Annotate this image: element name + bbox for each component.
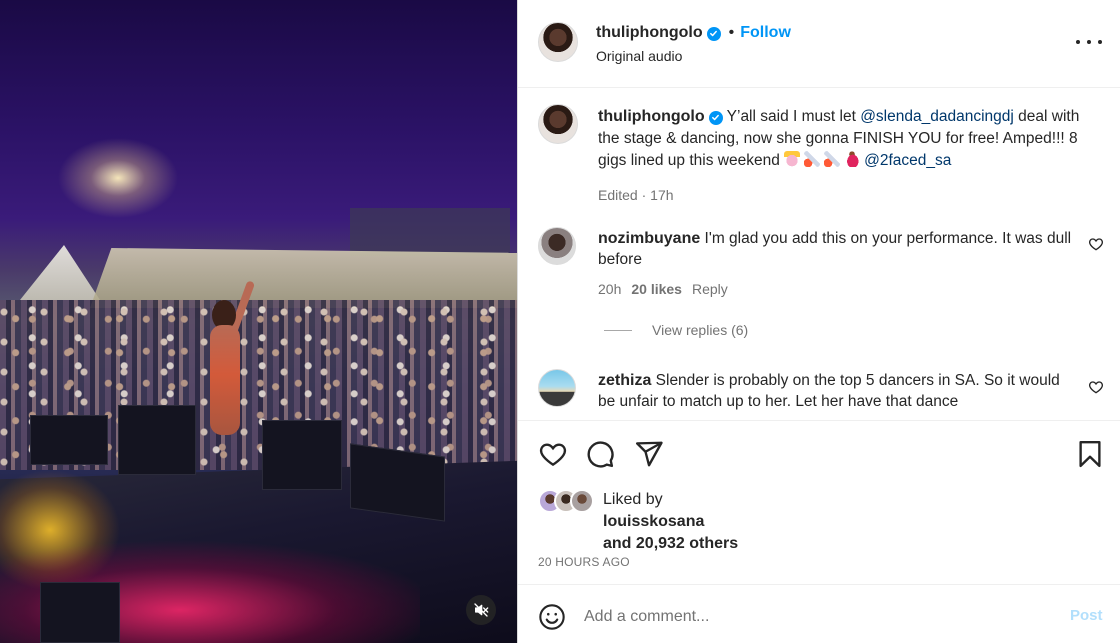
post-caption: thuliphongolo Y’all said I must let @sle… xyxy=(598,106,1098,206)
commenter-avatar[interactable] xyxy=(538,227,576,265)
heart-icon[interactable] xyxy=(1088,379,1104,395)
post-timestamp[interactable]: 20 HOURS AGO xyxy=(538,555,630,569)
post-detail-panel: thuliphongolo • Follow Original audio thul… xyxy=(517,0,1120,643)
reply-button[interactable]: Reply xyxy=(692,281,728,297)
white-tent xyxy=(20,245,100,300)
commenter-avatar[interactable] xyxy=(538,369,576,407)
speaker xyxy=(118,405,196,475)
caption-author-username[interactable]: thuliphongolo xyxy=(598,108,705,125)
edited-label: Edited xyxy=(598,187,638,203)
post-header: thuliphongolo • Follow Original audio xyxy=(518,0,1120,88)
follow-button[interactable]: Follow xyxy=(740,24,791,41)
smiley-icon[interactable] xyxy=(538,603,566,631)
heart-icon[interactable] xyxy=(1088,236,1104,252)
divider-line xyxy=(604,329,632,331)
post-video[interactable] xyxy=(0,0,517,643)
view-replies-label: View replies (6) xyxy=(652,322,749,338)
audio-link[interactable]: Original audio xyxy=(596,48,682,64)
view-replies-button[interactable]: View replies (6) xyxy=(604,322,748,338)
more-horizontal-icon[interactable] xyxy=(1076,32,1102,52)
liker-avatars[interactable] xyxy=(538,489,596,515)
add-comment-bar: Post xyxy=(518,584,1120,643)
speaker xyxy=(262,420,342,490)
speaker xyxy=(350,443,445,522)
author-username[interactable]: thuliphongolo xyxy=(596,24,703,41)
comment-time: 20h xyxy=(598,281,622,297)
likes-count[interactable]: and 20,932 others xyxy=(603,533,738,555)
comment: nozimbuyane I'm glad you add this on you… xyxy=(598,228,1078,270)
mention-link[interactable]: @2faced_sa xyxy=(864,152,951,169)
post-actions: Liked by louisskosana and 20,932 others … xyxy=(518,420,1120,643)
separator-dot: • xyxy=(728,24,735,41)
comment-bubble-icon[interactable] xyxy=(585,439,615,469)
rocket-emoji xyxy=(824,151,841,167)
comment-input[interactable] xyxy=(584,603,1044,631)
liked-by-user[interactable]: louisskosana xyxy=(603,511,738,533)
author-avatar[interactable] xyxy=(538,22,578,62)
paper-plane-icon[interactable] xyxy=(634,439,664,469)
bookmark-icon[interactable] xyxy=(1075,439,1105,469)
caption-author-avatar[interactable] xyxy=(538,104,578,144)
caption-meta: Edited · 17h xyxy=(598,184,1098,206)
caption-time: 17h xyxy=(650,187,674,203)
liked-by-text: Liked by louisskosana and 20,932 others xyxy=(603,489,738,555)
stage-canopy xyxy=(90,248,517,308)
comment-username[interactable]: nozimbuyane xyxy=(598,230,700,247)
verified-badge-icon xyxy=(708,110,723,125)
crowned-face-emoji xyxy=(784,151,801,167)
performer xyxy=(200,280,256,480)
woman-dancing-emoji xyxy=(844,151,861,167)
speaker xyxy=(30,415,108,465)
background-building xyxy=(350,208,510,256)
comment-likes[interactable]: 20 likes xyxy=(631,281,682,297)
header-author-line: thuliphongolo • Follow xyxy=(596,24,791,42)
comment-text: Slender is probably on the top 5 dancers… xyxy=(598,372,1060,410)
caption-text: Y’all said I must let xyxy=(726,108,861,125)
rocket-emoji xyxy=(804,151,821,167)
liker-avatar xyxy=(570,489,594,513)
heart-icon[interactable] xyxy=(538,439,568,469)
comment: zethiza Slender is probably on the top 5… xyxy=(598,370,1078,412)
post-comment-button[interactable]: Post xyxy=(1070,607,1103,624)
separator-dot: · xyxy=(641,187,647,203)
muted-speaker-icon[interactable] xyxy=(466,595,496,625)
speaker xyxy=(40,582,120,643)
verified-badge-icon xyxy=(706,26,721,41)
comment-username[interactable]: zethiza xyxy=(598,372,651,389)
liked-by-prefix: Liked by xyxy=(603,491,663,508)
comment-meta: 20h 20 likes Reply xyxy=(598,281,728,297)
mention-link[interactable]: @slenda_dadancingdj xyxy=(860,108,1014,125)
